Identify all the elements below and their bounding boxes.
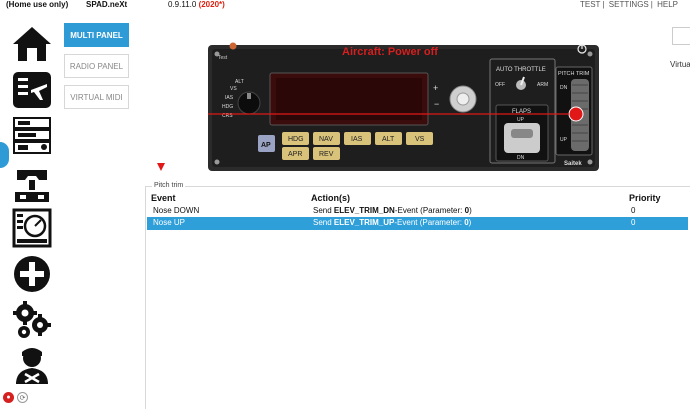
radio-devices-icon[interactable] (11, 116, 53, 156)
svg-text:AUTO THROTTLE: AUTO THROTTLE (496, 67, 546, 73)
version-label: 0.9.11.0 (2020*) (168, 0, 225, 9)
test-link[interactable]: TEST (580, 0, 600, 9)
left-nav-rail: ● ⟳ (0, 18, 60, 411)
event-cell: Nose UP (153, 218, 186, 227)
virtual-midi-button[interactable]: VIRTUAL MIDI (64, 85, 129, 109)
record-icon[interactable]: ● (3, 392, 14, 403)
multi-panel-device: Test ALT VS IAS HDG CRS + − AP HDG NAV I… (208, 42, 599, 171)
right-panel-box[interactable] (672, 27, 690, 45)
priority-cell: 0 (631, 218, 636, 227)
add-device-icon[interactable] (11, 254, 53, 294)
svg-text:+: + (433, 83, 438, 93)
top-bar: (Home use only) SPAD.neXt 0.9.11.0 (2020… (0, 0, 690, 14)
refresh-icon[interactable]: ⟳ (17, 392, 28, 403)
svg-text:IAS: IAS (351, 136, 363, 143)
svg-text:UP: UP (517, 117, 525, 123)
svg-text:IAS: IAS (225, 95, 234, 101)
svg-text:VS: VS (230, 86, 237, 92)
multi-panel-button[interactable]: MULTI PANEL (64, 23, 129, 47)
top-links: TEST | SETTINGS | HELP (580, 0, 678, 9)
svg-text:VS: VS (415, 136, 425, 143)
svg-text:REV: REV (319, 151, 334, 158)
test-label: Test (218, 55, 228, 61)
flight-plan-icon[interactable] (11, 70, 53, 110)
app-name: SPAD.neXt (86, 0, 128, 9)
action-cell: Send ELEV_TRIM_UP-Event (Parameter: 0) (313, 218, 472, 227)
svg-text:HDG: HDG (222, 104, 233, 110)
settings-gears-icon[interactable] (11, 300, 53, 340)
svg-text:ARM: ARM (537, 82, 548, 88)
settings-link[interactable]: SETTINGS (609, 0, 649, 9)
right-panel-label: Virtua (670, 60, 690, 69)
svg-text:APR: APR (288, 151, 302, 158)
svg-text:OFF: OFF (495, 82, 505, 88)
actions-column-header[interactable]: Action(s) (311, 193, 350, 203)
event-column-header[interactable]: Event (151, 193, 176, 203)
yoke-icon[interactable] (11, 164, 53, 204)
priority-column-header[interactable]: Priority (629, 193, 661, 203)
home-icon[interactable] (11, 24, 53, 64)
device-status-title: Aircraft: Power off (342, 46, 438, 58)
pitch-trim-hotspot[interactable] (568, 106, 584, 122)
svg-text:ALT: ALT (382, 136, 395, 143)
svg-text:DN: DN (517, 155, 525, 161)
svg-text:ALT: ALT (235, 79, 244, 85)
priority-cell: 0 (631, 206, 636, 215)
support-person-icon[interactable] (11, 346, 53, 386)
svg-text:Saitek: Saitek (564, 161, 582, 167)
radio-panel-button[interactable]: RADIO PANEL (64, 54, 129, 78)
instrument-gauge-icon[interactable] (11, 208, 53, 248)
svg-text:NAV: NAV (319, 136, 333, 143)
svg-text:DN: DN (560, 85, 568, 91)
edition-label: (Home use only) (6, 0, 69, 9)
svg-text:AP: AP (261, 142, 271, 149)
selected-indicator (0, 142, 9, 168)
svg-text:UP: UP (560, 137, 568, 143)
svg-text:PITCH TRIM: PITCH TRIM (558, 71, 590, 77)
table-row-selected[interactable]: Nose UP Send ELEV_TRIM_UP-Event (Paramet… (147, 217, 688, 230)
connector-arrowhead (157, 163, 165, 171)
event-cell: Nose DOWN (153, 206, 200, 215)
help-link[interactable]: HELP (657, 0, 678, 9)
svg-text:−: − (434, 99, 439, 109)
svg-text:HDG: HDG (288, 136, 304, 143)
group-title: Pitch trim (152, 182, 186, 189)
action-cell: Send ELEV_TRIM_DN-Event (Parameter: 0) (313, 206, 472, 215)
